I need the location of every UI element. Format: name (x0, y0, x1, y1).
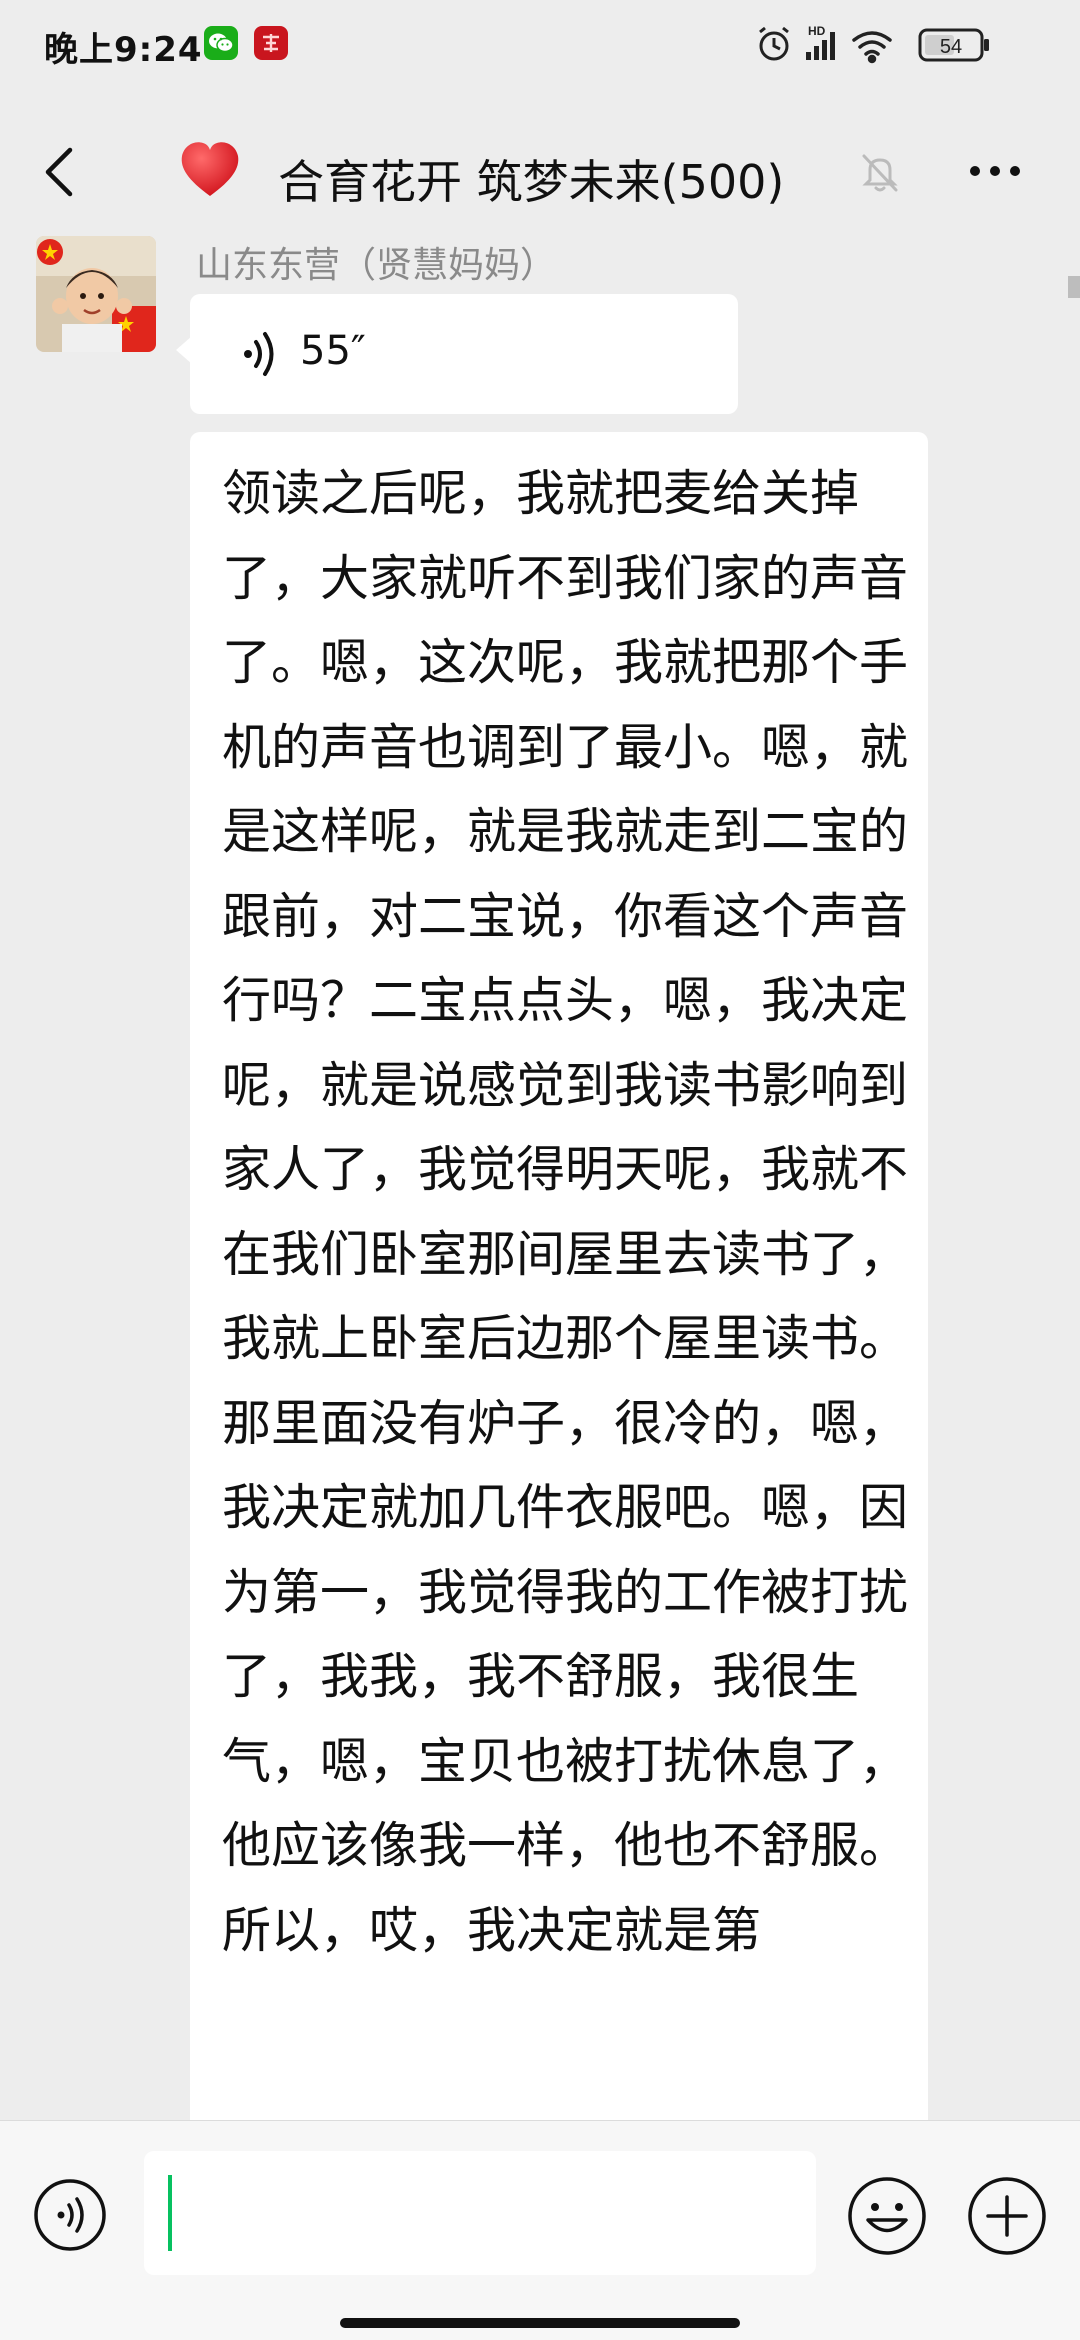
emoji-button[interactable] (846, 2175, 928, 2257)
voice-duration: 55″ (300, 328, 366, 374)
hd-badge: HD (808, 24, 826, 38)
mute-bell-icon (858, 150, 902, 194)
battery-icon: 54 (918, 28, 989, 62)
back-arrow-icon (45, 147, 73, 197)
plus-icon (968, 2177, 1046, 2255)
chat-title: 合育花开 筑梦未来(500) (278, 155, 785, 209)
red-heart-icon (178, 138, 242, 202)
sender-name: 山东东营（贤慧妈妈） (196, 245, 557, 286)
text-cursor (168, 2175, 172, 2251)
chat-screen: 晚上9:24 HD 54 合育花开 筑梦未来(500) 山东东营（贤慧妈妈） 5… (0, 0, 1080, 2340)
voice-wave-icon (244, 332, 274, 376)
wechat-icon (204, 26, 238, 60)
voice-input-icon (34, 2179, 106, 2251)
status-time: 晚上9:24 (44, 30, 203, 70)
more-dots-icon (970, 166, 1020, 176)
status-indicators: HD 54 (750, 22, 1040, 66)
input-bar (0, 2120, 1080, 2340)
voice-message-bubble[interactable]: 55″ (190, 294, 738, 414)
scrollbar[interactable] (1068, 276, 1080, 298)
news-app-icon (254, 26, 288, 60)
message-list[interactable]: 山东东营（贤慧妈妈） 55″ 领读之后呢，我就把麦给关掉了，大家就听不到我们家的… (0, 236, 1080, 2120)
home-indicator[interactable] (340, 2318, 740, 2328)
wifi-icon (852, 31, 892, 64)
voice-input-button[interactable] (32, 2177, 108, 2253)
message-input[interactable] (144, 2151, 816, 2275)
battery-level: 54 (940, 36, 962, 58)
back-button[interactable] (36, 142, 84, 202)
more-button[interactable] (960, 146, 1030, 196)
sender-avatar[interactable] (36, 236, 156, 352)
alarm-icon (759, 26, 789, 61)
more-functions-button[interactable] (966, 2175, 1048, 2257)
chat-header: 合育花开 筑梦未来(500) (0, 118, 1080, 228)
transcript-text: 领读之后呢，我就把麦给关掉了，大家就听不到我们家的声音了。嗯，这次呢，我就把那个… (222, 465, 909, 1959)
voice-transcript-bubble[interactable]: 领读之后呢，我就把麦给关掉了，大家就听不到我们家的声音了。嗯，这次呢，我就把那个… (190, 432, 928, 2120)
status-bar: 晚上9:24 HD 54 (0, 0, 1080, 90)
signal-icon: HD (806, 24, 835, 60)
emoji-icon (848, 2177, 926, 2255)
